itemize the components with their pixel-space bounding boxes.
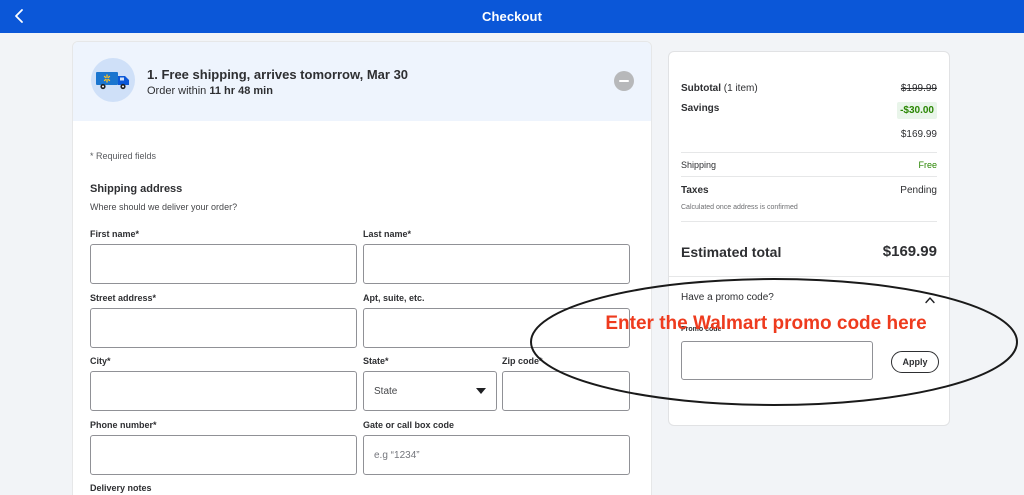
apt-suite-label: Apt, suite, etc. [363, 293, 425, 303]
taxes-note: Calculated once address is confirmed [681, 204, 798, 211]
order-deadline: Order within 11 hr 48 min [147, 85, 273, 97]
city-input[interactable] [90, 371, 357, 411]
last-name-input[interactable] [363, 244, 630, 284]
estimated-total-value: $169.99 [882, 243, 937, 260]
order-deadline-time: 11 hr 48 min [209, 85, 273, 97]
page-title: Checkout [481, 9, 543, 24]
subtotal-row-label: Subtotal (1 item) [681, 83, 758, 94]
order-deadline-prefix: Order within [147, 85, 207, 97]
zip-code-label: Zip code* [502, 356, 543, 366]
summary-divider [669, 276, 949, 277]
taxes-value: Pending [900, 185, 937, 196]
state-select[interactable]: State [363, 371, 497, 411]
shipping-banner: 1. Free shipping, arrives tomorrow, Mar … [73, 42, 651, 121]
checkout-header: Checkout [0, 0, 1024, 33]
chevron-left-icon [15, 9, 23, 23]
collapse-shipping-button[interactable] [614, 71, 634, 91]
estimated-total-label: Estimated total [681, 244, 782, 260]
shipping-value: Free [918, 160, 937, 170]
gate-code-input[interactable] [363, 435, 630, 475]
chevron-up-icon[interactable] [925, 296, 935, 304]
delivery-notes-label: Delivery notes [90, 483, 152, 493]
summary-divider [681, 152, 937, 153]
back-button[interactable] [10, 6, 28, 26]
savings-badge: -$30.00 [897, 102, 937, 119]
promo-code-label: Promo code* [681, 326, 725, 333]
shipping-form-card: 1. Free shipping, arrives tomorrow, Mar … [72, 41, 652, 495]
city-label: City* [90, 356, 111, 366]
delivery-truck-icon [96, 72, 129, 90]
street-address-label: Street address* [90, 293, 157, 303]
shipping-address-heading: Shipping address [90, 183, 183, 195]
last-name-label: Last name* [363, 229, 412, 239]
subtotal-label: Subtotal [681, 83, 721, 94]
required-fields-note: * Required fields [90, 151, 157, 161]
zip-code-input[interactable] [502, 371, 630, 411]
phone-number-input[interactable] [90, 435, 357, 475]
state-select-value: State [374, 385, 398, 397]
shipping-address-subheading: Where should we deliver your order? [90, 202, 238, 212]
shipping-label: Shipping [681, 160, 717, 170]
taxes-label: Taxes [681, 185, 709, 196]
first-name-input[interactable] [90, 244, 357, 284]
first-name-label: First name* [90, 229, 140, 239]
promo-code-toggle[interactable]: Have a promo code? [681, 292, 774, 303]
apply-promo-button[interactable]: Apply [891, 351, 939, 373]
apt-suite-input[interactable] [363, 308, 630, 348]
truck-badge [91, 58, 135, 102]
minus-circle-icon [619, 80, 629, 82]
summary-divider [681, 176, 937, 177]
promo-code-input[interactable] [681, 341, 873, 380]
subtotal-item-count: (1 item) [723, 83, 758, 94]
savings-label: Savings [681, 103, 720, 114]
phone-number-label: Phone number* [90, 420, 157, 430]
order-summary-card: Subtotal (1 item) $199.99 Savings -$30.0… [668, 51, 950, 426]
shipping-title: 1. Free shipping, arrives tomorrow, Mar … [147, 67, 409, 82]
street-address-input[interactable] [90, 308, 357, 348]
state-label: State* [363, 356, 389, 366]
caret-down-icon [476, 388, 486, 394]
subtotal-after-savings: $169.99 [900, 129, 937, 140]
gate-code-label: Gate or call box code [363, 420, 455, 430]
subtotal-original-price: $199.99 [900, 83, 937, 94]
summary-divider [681, 221, 937, 222]
